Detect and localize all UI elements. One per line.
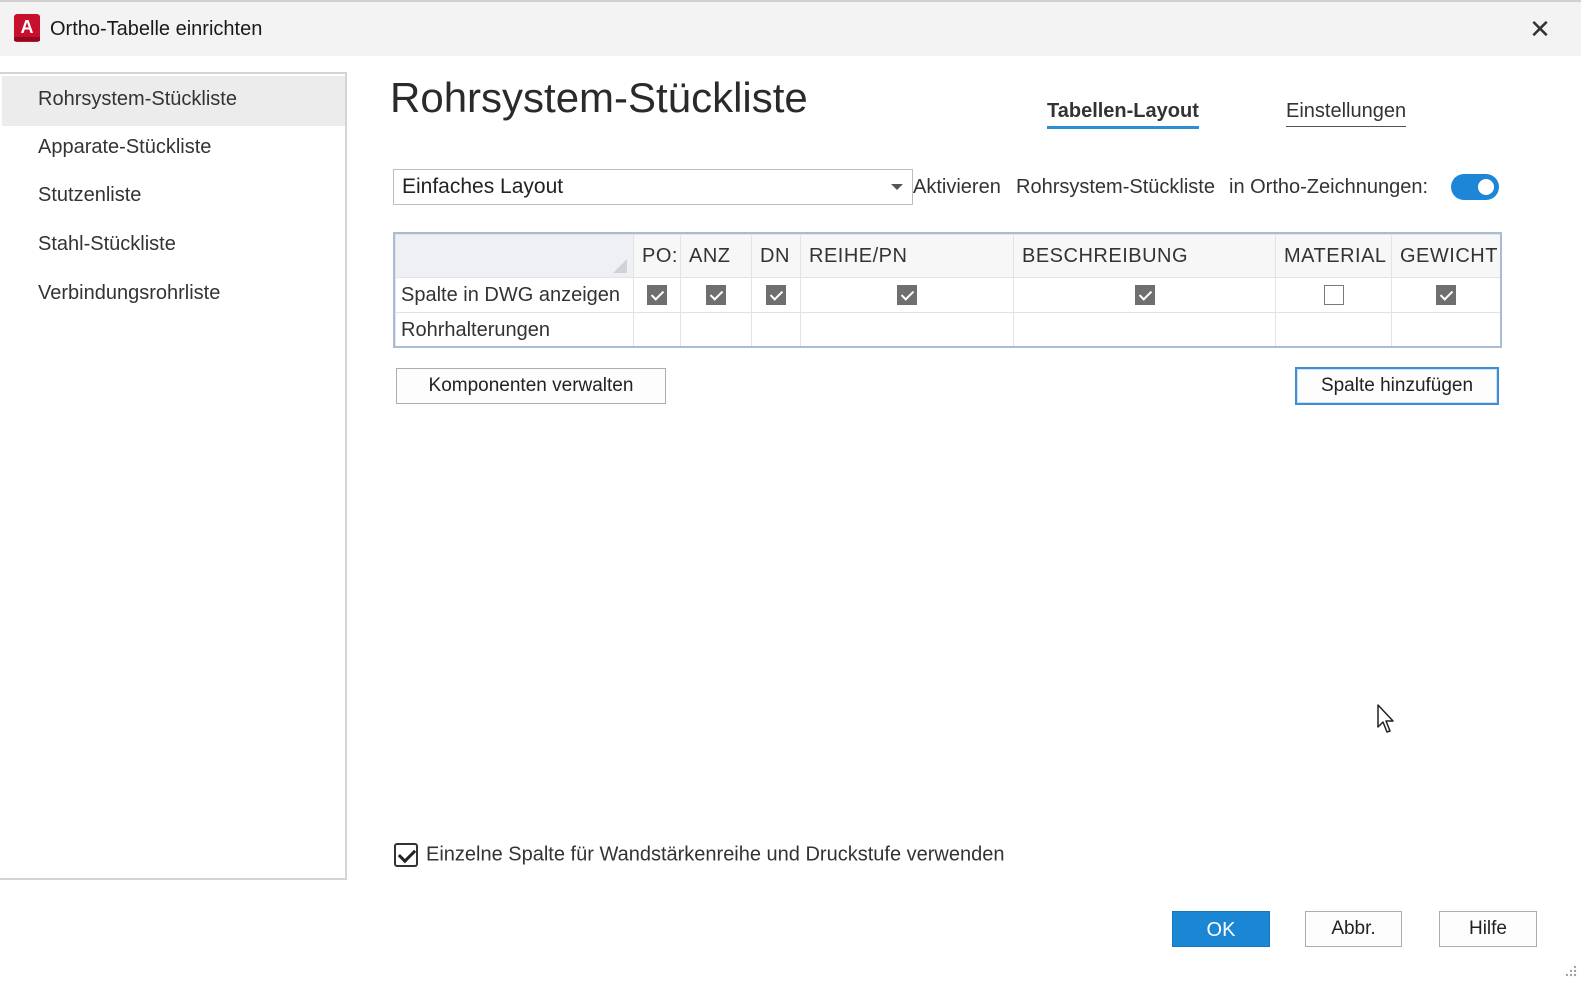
column-header-material[interactable]: MATERIAL bbox=[1275, 234, 1392, 278]
sort-corner-icon bbox=[613, 259, 627, 273]
column-header-gewicht[interactable]: GEWICHT bbox=[1391, 234, 1500, 278]
single-column-label: Einzelne Spalte für Wandstärkenreihe und… bbox=[426, 843, 1005, 866]
page-title: Rohrsystem-Stückliste bbox=[390, 74, 808, 121]
add-column-button[interactable]: Spalte hinzufügen bbox=[1295, 367, 1499, 405]
resize-grip-icon[interactable] bbox=[1563, 963, 1577, 977]
column-header-dn[interactable]: DN bbox=[751, 234, 801, 278]
title-bar: A Ortho-Tabelle einrichten ✕ bbox=[0, 0, 1581, 56]
sidebar-item-verbindungsrohrliste[interactable]: Verbindungsrohrliste bbox=[2, 270, 345, 320]
help-button[interactable]: Hilfe bbox=[1439, 911, 1537, 947]
show-checkbox-reihe-pn[interactable] bbox=[897, 285, 917, 306]
single-column-checkbox[interactable] bbox=[394, 843, 418, 867]
tab-tabellen-layout[interactable]: Tabellen-Layout bbox=[1047, 100, 1199, 129]
table-cell[interactable] bbox=[680, 312, 752, 346]
close-button[interactable]: ✕ bbox=[1522, 12, 1558, 48]
window-title: Ortho-Tabelle einrichten bbox=[50, 18, 263, 40]
column-header-beschreibung[interactable]: BESCHREIBUNG bbox=[1013, 234, 1276, 278]
header-row: PO: ANZ DN REIHE/PN BESCHREIBUNG MATERIA… bbox=[395, 234, 1500, 278]
layout-select-value: Einfaches Layout bbox=[402, 175, 564, 198]
show-checkbox-pos[interactable] bbox=[647, 285, 667, 306]
column-header-reihe-pn[interactable]: REIHE/PN bbox=[800, 234, 1014, 278]
column-table: PO: ANZ DN REIHE/PN BESCHREIBUNG MATERIA… bbox=[395, 234, 1500, 346]
sidebar-item-stahl-stueckliste[interactable]: Stahl-Stückliste bbox=[2, 221, 345, 271]
chevron-down-icon bbox=[891, 184, 903, 190]
row-label-rohrhalterungen: Rohrhalterungen bbox=[395, 312, 634, 346]
table-cell[interactable] bbox=[800, 312, 1014, 346]
sidebar-item-rohrsystem-stueckliste[interactable]: Rohrsystem-Stückliste bbox=[2, 76, 345, 126]
corner-cell bbox=[395, 234, 634, 278]
column-header-anz[interactable]: ANZ bbox=[680, 234, 752, 278]
table-cell[interactable] bbox=[1275, 312, 1392, 346]
layout-select[interactable]: Einfaches Layout bbox=[393, 169, 913, 205]
single-column-option[interactable]: Einzelne Spalte für Wandstärkenreihe und… bbox=[394, 843, 1004, 867]
table-cell[interactable] bbox=[633, 312, 681, 346]
activate-context-label: in Ortho-Zeichnungen: bbox=[1229, 176, 1429, 198]
column-header-pos[interactable]: PO: bbox=[633, 234, 681, 278]
activate-table-name: Rohrsystem-Stückliste bbox=[1016, 176, 1215, 198]
manage-components-button[interactable]: Komponenten verwalten bbox=[396, 368, 666, 404]
sidebar-item-stutzenliste[interactable]: Stutzenliste bbox=[2, 172, 345, 222]
table-cell[interactable] bbox=[1013, 312, 1276, 346]
activate-toggle[interactable] bbox=[1451, 174, 1499, 200]
table-row: Rohrhalterungen bbox=[395, 312, 1500, 346]
show-checkbox-material[interactable] bbox=[1323, 285, 1344, 306]
mouse-pointer-icon bbox=[1377, 704, 1394, 733]
show-checkbox-gewicht[interactable] bbox=[1436, 285, 1456, 306]
autocad-app-icon: A bbox=[14, 14, 40, 42]
column-grid: PO: ANZ DN REIHE/PN BESCHREIBUNG MATERIA… bbox=[393, 232, 1502, 348]
activate-label: Aktivieren bbox=[913, 176, 1001, 198]
show-checkbox-beschreibung[interactable] bbox=[1134, 285, 1155, 306]
table-row: Spalte in DWG anzeigen bbox=[395, 277, 1500, 313]
cancel-button[interactable]: Abbr. bbox=[1305, 911, 1402, 947]
close-icon: ✕ bbox=[1529, 14, 1551, 44]
show-checkbox-anz[interactable] bbox=[706, 285, 726, 306]
row-label-spalte-anzeigen: Spalte in DWG anzeigen bbox=[395, 277, 634, 313]
sidebar-item-apparate-stueckliste[interactable]: Apparate-Stückliste bbox=[2, 124, 345, 174]
show-checkbox-dn[interactable] bbox=[766, 285, 786, 306]
ok-button[interactable]: OK bbox=[1172, 911, 1270, 947]
table-cell[interactable] bbox=[1391, 312, 1500, 346]
sidebar: Rohrsystem-Stückliste Apparate-Stücklist… bbox=[0, 72, 347, 880]
tab-einstellungen[interactable]: Einstellungen bbox=[1286, 100, 1407, 127]
toggle-knob bbox=[1478, 179, 1494, 195]
table-cell[interactable] bbox=[751, 312, 801, 346]
